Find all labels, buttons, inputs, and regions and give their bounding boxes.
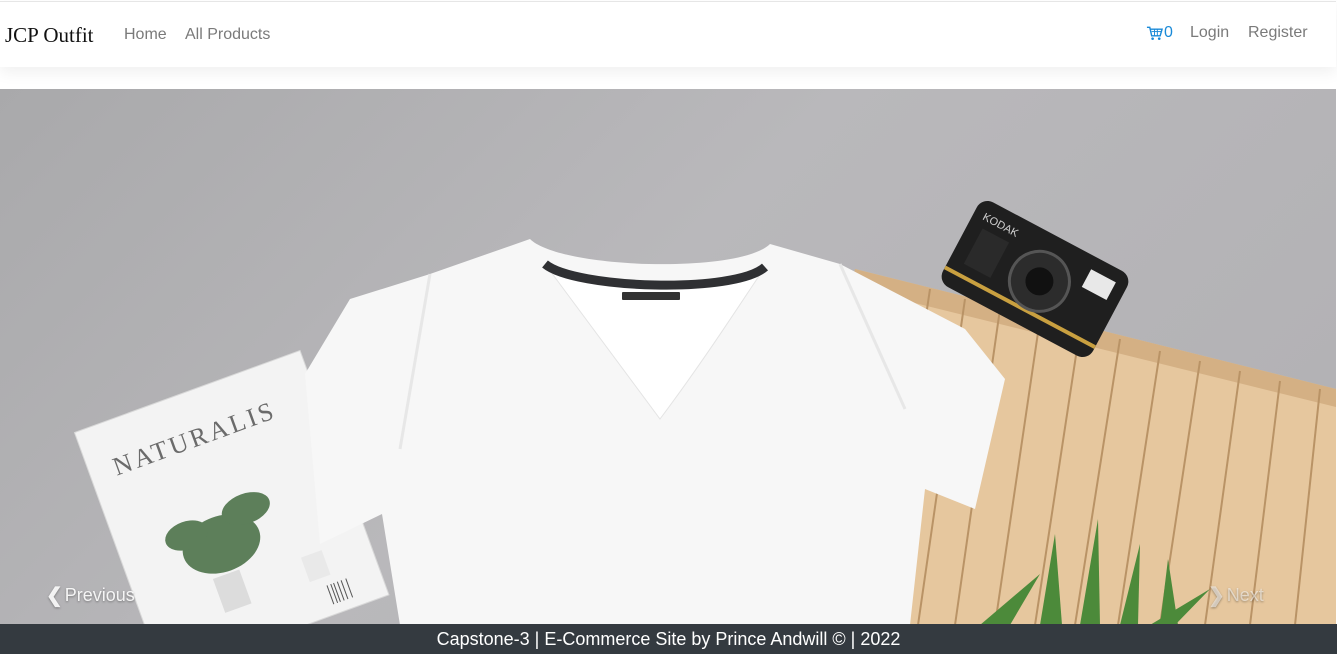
- brand-logo[interactable]: JCP Outfit: [5, 23, 94, 48]
- carousel-slide-image: KODAK NATURALIS: [73, 200, 1336, 625]
- carousel-previous-label: Previous: [64, 585, 135, 605]
- chevron-left-icon: ❮: [46, 585, 63, 607]
- white-tshirt: [305, 239, 1005, 625]
- carousel-next-button[interactable]: ❯ Next: [1208, 583, 1264, 608]
- cart-count: 0: [1164, 24, 1173, 41]
- carousel-previous-button[interactable]: ❮ Previous: [46, 583, 135, 608]
- cart-button[interactable]: 0: [1146, 24, 1173, 42]
- shopping-cart-icon: [1146, 26, 1163, 40]
- nav-link-home[interactable]: Home: [124, 26, 167, 44]
- register-link[interactable]: Register: [1248, 24, 1308, 42]
- footer-text: Capstone-3 | E-Commerce Site by Prince A…: [436, 628, 901, 649]
- navbar: JCP Outfit Home All Products 0 Login Reg…: [0, 1, 1336, 67]
- login-link[interactable]: Login: [1190, 24, 1229, 42]
- chevron-right-icon: ❯: [1208, 585, 1225, 607]
- nav-link-all-products[interactable]: All Products: [185, 26, 270, 44]
- footer: Capstone-3 | E-Commerce Site by Prince A…: [0, 624, 1337, 654]
- hero-carousel: KODAK NATURALIS ❮ Previous ❯ Next: [0, 89, 1336, 625]
- carousel-next-label: Next: [1226, 585, 1264, 605]
